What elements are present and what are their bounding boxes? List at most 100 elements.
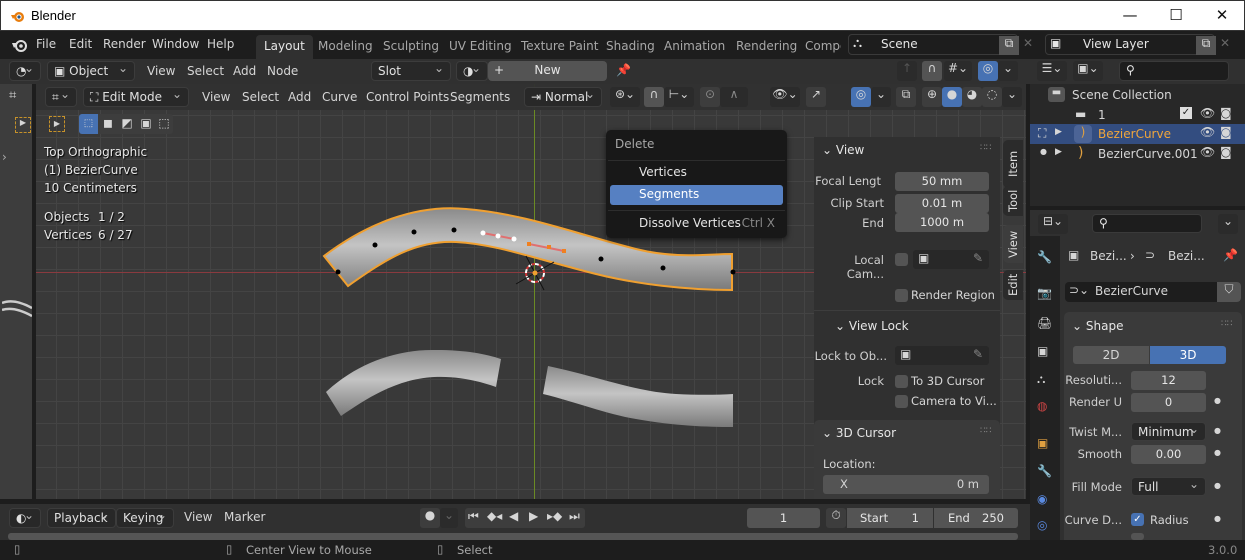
prev-keyframe-icon[interactable]: ◆◂ xyxy=(487,509,502,523)
tab-shading[interactable]: Shading xyxy=(598,35,663,59)
resolution-field[interactable]: 12 xyxy=(1131,371,1206,390)
view-lock-header[interactable]: ⌄ View Lock xyxy=(835,319,909,333)
vp-menu-control-points[interactable]: Control Points xyxy=(366,90,449,104)
snap-grid-icon[interactable]: #⌄ xyxy=(944,61,972,81)
object-mode-dropdown[interactable]: ▣ Object xyxy=(47,59,135,81)
stretch-checkbox[interactable] xyxy=(1131,533,1144,540)
properties-options-icon[interactable]: ⌄ xyxy=(1218,214,1238,234)
view-layer-tab-icon[interactable]: ▣ xyxy=(1037,344,1048,358)
select-tool-icon-left[interactable]: ▶ xyxy=(15,117,31,133)
jump-start-icon[interactable]: ⏮ xyxy=(468,509,479,524)
animate-dot-icon[interactable]: ● xyxy=(1214,481,1221,490)
select-tool-icon[interactable]: ▶ xyxy=(49,116,65,132)
transform-orientation-dropdown[interactable]: ⇥ Normal xyxy=(524,85,602,107)
local-camera-field[interactable]: ▣ ✎ xyxy=(913,250,989,269)
menu-render[interactable]: Render xyxy=(103,37,146,51)
eyedropper-icon[interactable]: ✎ xyxy=(973,251,983,265)
menu-node[interactable]: Node xyxy=(267,64,298,78)
select-new-icon[interactable]: ⬚ xyxy=(79,114,98,134)
cursor-x-field[interactable]: X 0 m xyxy=(823,475,989,494)
3d-toggle-button[interactable]: 3D xyxy=(1150,346,1226,364)
constraints-tab-icon[interactable]: ◎ xyxy=(1037,518,1047,532)
shape-panel-header[interactable]: ⌄ Shape xyxy=(1072,319,1123,333)
new-scene-icon[interactable]: ⧉ xyxy=(999,36,1019,55)
tab-modeling[interactable]: Modeling xyxy=(310,35,381,59)
expand-arrow-icon[interactable]: › xyxy=(2,150,7,164)
select-extend-icon[interactable]: ◼ xyxy=(99,114,117,133)
falloff-icon[interactable]: ∧ xyxy=(720,87,748,107)
tab-texture-paint[interactable]: Texture Paint xyxy=(513,35,606,59)
solid-shading-icon[interactable]: ● xyxy=(942,87,962,107)
camera-to-view-checkbox[interactable] xyxy=(895,395,908,408)
delete-segments-item[interactable]: Segments xyxy=(610,185,783,205)
scene-tab-icon[interactable]: ⛬ xyxy=(1037,372,1045,387)
world-tab-icon[interactable]: ◍ xyxy=(1037,399,1047,413)
animate-dot-icon[interactable]: ● xyxy=(1214,514,1221,523)
outliner-row-beziercurve[interactable]: ⛶ ▶ ) BezierCurve 👁 ◙ xyxy=(1030,124,1245,144)
tab-layout[interactable]: Layout xyxy=(256,35,313,59)
menu-file[interactable]: File xyxy=(36,37,56,51)
pivot-point-icon[interactable]: ⊛⌄ xyxy=(610,87,640,107)
tab-uv-editing[interactable]: UV Editing xyxy=(441,35,520,59)
visibility-selectability-icon[interactable]: 👁⌄ xyxy=(770,87,800,107)
dissolve-vertices-item[interactable]: Dissolve Vertices Ctrl X xyxy=(610,214,783,234)
timeline-scrollbar[interactable] xyxy=(8,533,1018,540)
vp-menu-curve[interactable]: Curve xyxy=(322,90,357,104)
vp-menu-segments[interactable]: Segments xyxy=(450,90,510,104)
lock-to-object-field[interactable]: ▣ ✎ xyxy=(895,346,989,365)
keying-dropdown[interactable]: Keying xyxy=(116,506,174,528)
editor-type-selector[interactable]: ◔ xyxy=(9,59,41,81)
object-tab-icon[interactable]: ▣ xyxy=(1037,436,1048,450)
snap-icon[interactable]: ∩ xyxy=(644,87,664,107)
editor-type-icon-left[interactable]: ⌗ xyxy=(9,88,16,103)
lock-to-3d-cursor-checkbox[interactable] xyxy=(895,375,908,388)
eye-icon[interactable]: 👁 xyxy=(1200,125,1215,139)
timeline-editor-type[interactable]: ◐ xyxy=(9,506,41,528)
stopwatch-icon[interactable]: ⏱ xyxy=(826,508,846,528)
play-icon[interactable]: ▶ xyxy=(529,509,538,523)
view-section-header[interactable]: ⌄ View xyxy=(822,143,864,157)
overlays-icon[interactable]: ◎ xyxy=(851,87,871,107)
eyedropper-icon[interactable]: ✎ xyxy=(973,347,983,361)
outliner-row-beziercurve-001[interactable]: ● ▶ ) BezierCurve.001 👁 ◙ xyxy=(1030,144,1245,164)
edit-mode-indicator-icon[interactable]: ⛶ xyxy=(1038,126,1046,141)
tab-compositing[interactable]: Compo xyxy=(797,35,841,59)
select-invert-icon[interactable]: ▣ xyxy=(137,114,155,133)
select-subtract-icon[interactable]: ◩ xyxy=(118,114,136,133)
n-tab-edit[interactable]: Edit xyxy=(1003,270,1023,300)
current-frame-field[interactable]: 1 xyxy=(747,508,820,528)
n-tab-tool[interactable]: Tool xyxy=(1003,186,1023,216)
pin-icon[interactable]: 📌 xyxy=(1223,248,1238,262)
delete-vertices-item[interactable]: Vertices xyxy=(610,163,783,183)
gizmo-icon[interactable]: ↗ xyxy=(806,87,826,107)
outliner-row-collection-1[interactable]: ▬ 1 ✓ 👁 ◙ xyxy=(1030,105,1245,125)
output-tab-icon[interactable]: 🖨 xyxy=(1037,316,1052,330)
vp-menu-select[interactable]: Select xyxy=(242,90,279,104)
play-reverse-icon[interactable]: ◀ xyxy=(509,509,518,523)
menu-add[interactable]: Add xyxy=(233,64,256,78)
local-camera-checkbox[interactable] xyxy=(895,253,908,266)
overlays-dropdown-icon[interactable]: ⌄ xyxy=(871,87,891,107)
menu-select[interactable]: Select xyxy=(187,64,224,78)
pin-icon[interactable]: 📌 xyxy=(616,63,631,77)
playback-dropdown[interactable]: Playback xyxy=(47,506,116,528)
drag-handle-icon[interactable]: ∷∷ xyxy=(980,426,991,436)
next-keyframe-icon[interactable]: ▸◆ xyxy=(547,509,562,523)
auto-key-dropdown-icon[interactable]: ⌄ xyxy=(440,508,458,528)
physics-tab-icon[interactable]: ◉ xyxy=(1037,492,1047,506)
edit-mode-dropdown[interactable]: ⛶ Edit Mode xyxy=(83,85,189,107)
delete-view-layer-icon[interactable]: ✕ xyxy=(1220,36,1230,50)
rendered-shading-icon[interactable]: ◌ xyxy=(982,87,1002,107)
material-shading-icon[interactable]: ◕ xyxy=(962,87,982,107)
camera-render-icon[interactable]: ◙ xyxy=(1220,125,1232,139)
3d-cursor-header[interactable]: ⌄ 3D Cursor xyxy=(822,426,896,440)
material-browse-dropdown[interactable]: ◑ xyxy=(456,59,488,81)
start-frame-field[interactable]: Start 1 xyxy=(847,508,933,528)
camera-render-icon[interactable]: ◙ xyxy=(1220,145,1232,159)
fake-user-shield-icon[interactable]: ⛉ xyxy=(1217,282,1241,302)
view-layer-selector[interactable]: ▣ View Layer ⧉ xyxy=(1045,34,1216,55)
xray-icon[interactable]: ⧉ xyxy=(896,87,916,107)
outliner-filter-icon[interactable]: ▣⌄ xyxy=(1073,61,1103,81)
camera-render-icon[interactable]: ◙ xyxy=(1220,106,1232,120)
blender-menu-icon[interactable] xyxy=(11,38,28,52)
